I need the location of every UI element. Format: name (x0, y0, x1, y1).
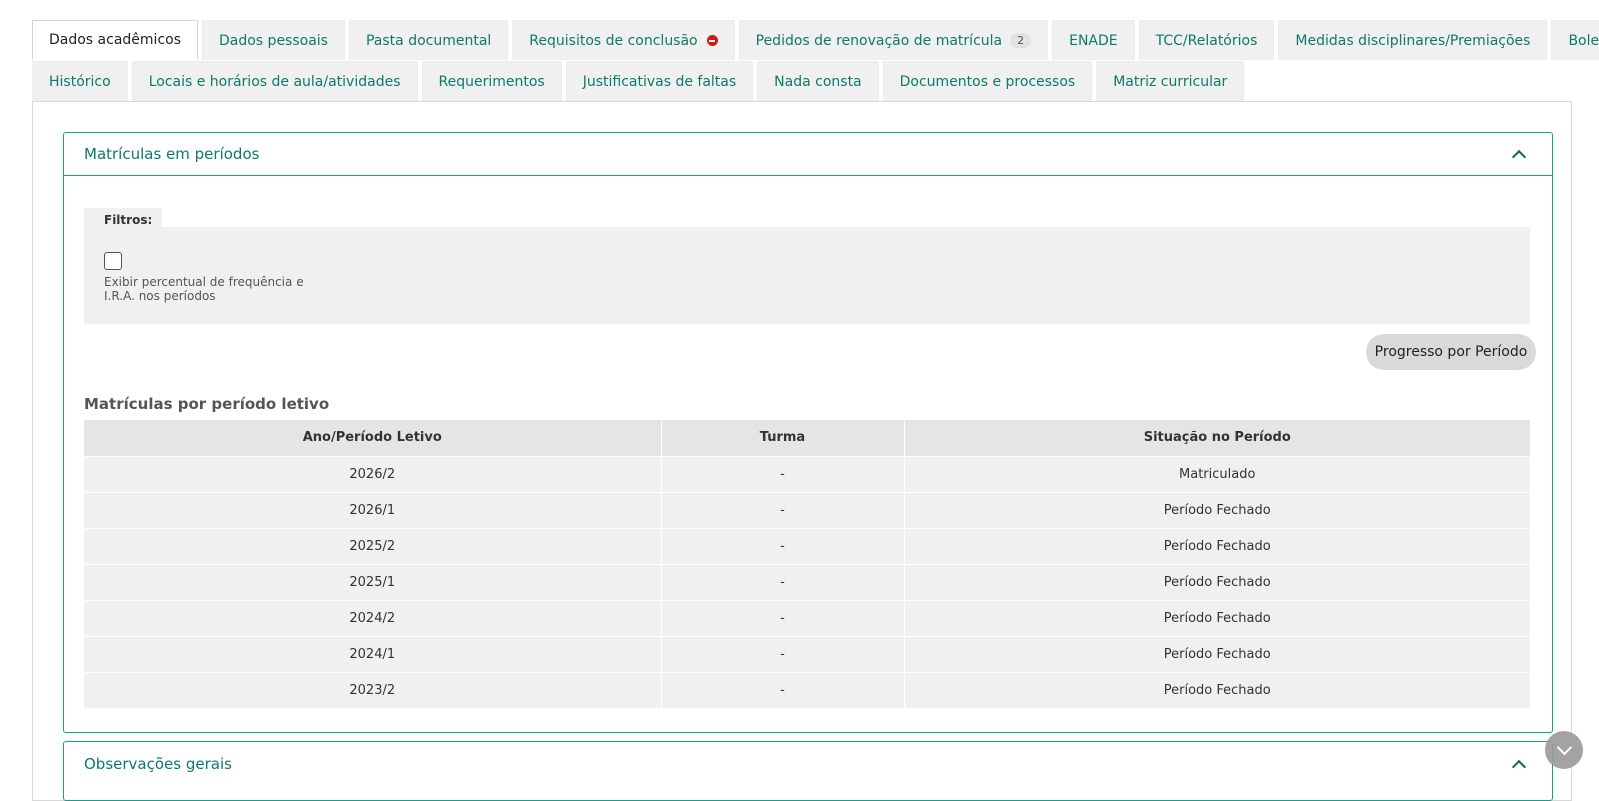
chevron-down-icon (1556, 739, 1572, 755)
tab-justificativas-faltas[interactable]: Justificativas de faltas (565, 61, 754, 101)
table-cell: - (661, 527, 905, 564)
table-row: 2024/2- Período Fechado (84, 599, 1530, 636)
table-row: 2025/2- Período Fechado (84, 527, 1530, 564)
column-header: Turma (661, 420, 905, 456)
tab-dados-pessoais[interactable]: Dados pessoais (202, 20, 345, 60)
filters-box: Exibir percentual de frequência e I.R.A.… (84, 227, 1530, 324)
table-cell: Período Fechado (904, 527, 1530, 564)
table-cell: 2026/1 (84, 491, 662, 528)
tab-requerimentos[interactable]: Requerimentos (421, 61, 562, 101)
table-cell: 2024/1 (84, 635, 662, 672)
table-cell: - (661, 491, 905, 528)
tab-requisitos-conclusao[interactable]: Requisitos de conclusão (512, 20, 735, 60)
table-header-row: Ano/Período Letivo Turma Situação no Per… (84, 420, 1530, 456)
tab-historico[interactable]: Histórico (32, 61, 128, 101)
checkbox-label: Exibir percentual de frequência e I.R.A.… (104, 275, 304, 303)
tab-nada-consta[interactable]: Nada consta (757, 61, 879, 101)
table-row: 2026/1- Período Fechado (84, 491, 1530, 528)
table-cell: 2024/2 (84, 599, 662, 636)
table-row: 2026/2- Matriculado (84, 455, 1530, 492)
tab-dados-academicos[interactable]: Dados acadêmicos (32, 20, 198, 60)
tab-row-2: Histórico Locais e horários de aula/ativ… (32, 61, 1572, 102)
scroll-down-button[interactable] (1545, 731, 1583, 769)
table-row: 2024/1- Período Fechado (84, 635, 1530, 672)
tab-bar: Dados acadêmicos Dados pessoais Pasta do… (32, 20, 1599, 102)
table-cell: 2025/2 (84, 527, 662, 564)
table-cell: Período Fechado (904, 563, 1530, 600)
tab-pedidos-renovacao[interactable]: Pedidos de renovação de matrícula 2 (738, 20, 1049, 60)
tab-row-1: Dados acadêmicos Dados pessoais Pasta do… (32, 20, 1599, 61)
tab-matriz-curricular[interactable]: Matriz curricular (1096, 61, 1245, 101)
panel-title: Observações gerais (84, 754, 232, 773)
tab-enade[interactable]: ENADE (1052, 20, 1135, 60)
tab-pasta-documental[interactable]: Pasta documental (348, 20, 509, 60)
table-cell: Período Fechado (904, 491, 1530, 528)
section-title: Matrículas por período letivo (84, 395, 330, 413)
tab-medidas-disciplinares[interactable]: Medidas disciplinares/Premiações (1278, 20, 1548, 60)
column-header: Ano/Período Letivo (84, 420, 662, 456)
panel-header[interactable]: Matrículas em períodos (64, 133, 1552, 176)
table-cell: Período Fechado (904, 599, 1530, 636)
table-cell: - (661, 671, 905, 708)
table-row: 2023/2- Período Fechado (84, 671, 1530, 708)
error-icon (706, 35, 718, 46)
table-cell: Período Fechado (904, 635, 1530, 672)
table-cell: - (661, 455, 905, 492)
table-cell: Período Fechado (904, 671, 1530, 708)
table-cell: 2025/1 (84, 563, 662, 600)
panel-title: Matrículas em períodos (84, 145, 260, 163)
matriculas-panel: Matrículas em períodos Filtros: Exibir p… (63, 132, 1553, 733)
column-header: Situação no Período (904, 420, 1530, 456)
panel-header[interactable]: Observações gerais (64, 742, 1552, 785)
frequency-ira-checkbox[interactable] (104, 252, 122, 270)
table-cell: 2026/2 (84, 455, 662, 492)
chevron-up-icon[interactable] (1511, 759, 1527, 774)
tab-boletins[interactable]: Boletins (1551, 20, 1599, 60)
table-cell: - (661, 599, 905, 636)
table-cell: Matriculado (904, 455, 1530, 492)
tab-locais-horarios[interactable]: Locais e horários de aula/atividades (131, 61, 418, 101)
table-cell: 2023/2 (84, 671, 662, 708)
periods-table: Ano/Período Letivo Turma Situação no Per… (84, 420, 1530, 708)
progress-by-period-button[interactable]: Progresso por Período (1366, 334, 1536, 370)
count-badge: 2 (1010, 33, 1032, 48)
observacoes-panel: Observações gerais (63, 741, 1553, 801)
table-row: 2025/1- Período Fechado (84, 563, 1530, 600)
table-cell: - (661, 563, 905, 600)
tab-documentos-processos[interactable]: Documentos e processos (882, 61, 1093, 101)
tab-tcc-relatorios[interactable]: TCC/Relatórios (1138, 20, 1275, 60)
chevron-up-icon[interactable] (1511, 149, 1527, 165)
table-cell: - (661, 635, 905, 672)
